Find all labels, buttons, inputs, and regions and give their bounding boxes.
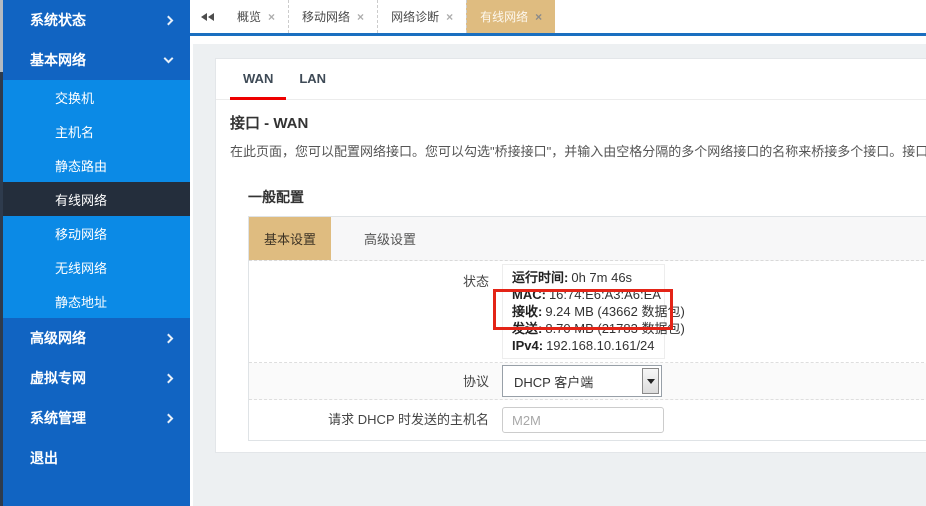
config-tabs: 基本设置 高级设置	[249, 217, 926, 261]
protocol-select[interactable]: DHCP 客户端	[502, 365, 662, 397]
sidebar-item-mobile-network[interactable]: 移动网络	[0, 216, 190, 250]
sidebar-item-label: 无线网络	[55, 258, 107, 277]
protocol-selected-value: DHCP 客户端	[514, 372, 593, 391]
dropdown-arrow-icon	[647, 379, 655, 384]
hostname-input[interactable]	[502, 407, 664, 433]
sidebar-item-basic-network[interactable]: 基本网络	[0, 40, 190, 80]
sidebar-item-label: 退出	[30, 448, 172, 468]
status-tx: 发送:8.70 MB (21783 数据包)	[512, 320, 655, 337]
status-uptime: 运行时间:0h 7m 46s	[512, 269, 655, 286]
page-title: 接口 - WAN	[230, 112, 926, 133]
status-field-value: 8.70 MB (21783 数据包)	[545, 321, 684, 336]
sidebar-item-hostname[interactable]: 主机名	[0, 114, 190, 148]
interface-card: WAN LAN 接口 - WAN 在此页面，您可以配置网络接口。您可以勾选"桥接…	[215, 58, 926, 453]
status-field-value: 9.24 MB (43662 数据包)	[545, 304, 684, 319]
tab-label: 高级设置	[364, 229, 416, 248]
sidebar-item-wireless-network[interactable]: 无线网络	[0, 250, 190, 284]
tab-overview[interactable]: 概览 ×	[224, 0, 288, 33]
sidebar-item-system-status[interactable]: 系统状态	[0, 0, 190, 40]
sidebar-item-label: 交换机	[55, 88, 94, 107]
basic-network-submenu: 交换机 主机名 静态路由 有线网络 移动网络 无线网络 静态地址	[0, 80, 190, 318]
hostname-label: 请求 DHCP 时发送的主机名	[249, 400, 502, 440]
content-workarea: WAN LAN 接口 - WAN 在此页面，您可以配置网络接口。您可以勾选"桥接…	[193, 44, 926, 506]
sidebar-item-static-address[interactable]: 静态地址	[0, 284, 190, 318]
sidebar-item-label: 基本网络	[30, 50, 165, 70]
section-title: 一般配置	[248, 187, 926, 207]
sidebar-item-switch[interactable]: 交换机	[0, 80, 190, 114]
collapse-tabs-button[interactable]	[190, 0, 224, 33]
tab-network-diagnostics[interactable]: 网络诊断 ×	[377, 0, 466, 33]
status-field-value: 16:74:E6:A3:A6:EA	[549, 287, 661, 302]
chevron-down-icon	[164, 54, 174, 64]
left-scrollbar[interactable]	[0, 0, 3, 506]
sidebar-item-label: 主机名	[55, 122, 94, 141]
chevron-right-icon	[164, 413, 174, 423]
close-icon[interactable]: ×	[446, 11, 453, 23]
sidebar-item-static-routes[interactable]: 静态路由	[0, 148, 190, 182]
status-mac: MAC:16:74:E6:A3:A6:EA	[512, 286, 655, 303]
hostname-row: 请求 DHCP 时发送的主机名	[249, 400, 926, 440]
sidebar-item-wired-network[interactable]: 有线网络	[0, 182, 190, 216]
chevron-right-icon	[164, 373, 174, 383]
protocol-label: 协议	[249, 363, 502, 400]
tab-advanced-settings[interactable]: 高级设置	[331, 217, 449, 260]
status-field-value: 192.168.10.161/24	[546, 338, 654, 353]
status-rx: 接收:9.24 MB (43662 数据包)	[512, 303, 655, 320]
sidebar-item-label: 高级网络	[30, 328, 165, 348]
sidebar-nav: 系统状态 基本网络 交换机 主机名 静态路由 有线网络 移动网络 无线网络 静态…	[0, 0, 190, 506]
sidebar-item-vpn[interactable]: 虚拟专网	[0, 358, 190, 398]
status-field-name: 发送:	[512, 321, 542, 336]
status-field-name: IPv4:	[512, 338, 543, 353]
sidebar-item-system-management[interactable]: 系统管理	[0, 398, 190, 438]
sidebar-item-label: 虚拟专网	[30, 368, 165, 388]
sidebar-item-label: 系统管理	[30, 408, 165, 428]
close-icon[interactable]: ×	[268, 11, 275, 23]
sidebar-item-label: 静态路由	[55, 156, 107, 175]
sidebar-item-advanced-network[interactable]: 高级网络	[0, 318, 190, 358]
tab-wired-network[interactable]: 有线网络 ×	[466, 0, 555, 33]
status-ipv4: IPv4:192.168.10.161/24	[512, 337, 655, 354]
scrollbar-thumb[interactable]	[0, 0, 3, 72]
sidebar-item-logout[interactable]: 退出	[0, 438, 190, 478]
tab-label: WAN	[243, 71, 273, 86]
tab-label: 网络诊断	[391, 8, 439, 25]
double-left-arrow-icon	[208, 13, 214, 21]
tab-lan[interactable]: LAN	[286, 59, 339, 100]
tab-label: 概览	[237, 8, 261, 25]
tab-label: 移动网络	[302, 8, 350, 25]
sidebar-item-label: 系统状态	[30, 10, 165, 30]
chevron-right-icon	[164, 15, 174, 25]
interface-tabs: WAN LAN	[216, 59, 926, 100]
open-tabs-bar: 概览 × 移动网络 × 网络诊断 × 有线网络 ×	[190, 0, 926, 36]
status-field-name: 接收:	[512, 304, 542, 319]
tab-label: 有线网络	[480, 8, 528, 25]
tab-basic-settings[interactable]: 基本设置	[249, 217, 331, 260]
protocol-row: 协议 DHCP 客户端	[249, 363, 926, 400]
status-field-name: MAC:	[512, 287, 546, 302]
tab-mobile-network[interactable]: 移动网络 ×	[288, 0, 377, 33]
close-icon[interactable]: ×	[535, 11, 542, 23]
status-field-name: 运行时间:	[512, 270, 568, 285]
main-area: 概览 × 移动网络 × 网络诊断 × 有线网络 × WAN LAN	[190, 0, 926, 506]
sidebar-item-label: 有线网络	[55, 190, 107, 209]
status-row: 状态 运行时间:0h 7m 46s MAC:16:74:E6:A3:A6:EA …	[249, 261, 926, 363]
dropdown-button[interactable]	[642, 368, 659, 394]
double-left-arrow-icon	[201, 13, 207, 21]
page-description: 在此页面，您可以配置网络接口。您可以勾选"桥接接口"，并输入由空格分隔的多个网络…	[230, 141, 926, 160]
chevron-right-icon	[164, 333, 174, 343]
status-field-value: 0h 7m 46s	[571, 270, 632, 285]
close-icon[interactable]: ×	[357, 11, 364, 23]
status-label: 状态	[249, 264, 502, 359]
tab-label: LAN	[299, 71, 326, 86]
tab-wan[interactable]: WAN	[230, 59, 286, 100]
router-admin-page: { "colors": { "sidebar_blue": "#1164c2",…	[0, 0, 926, 506]
status-box: 运行时间:0h 7m 46s MAC:16:74:E6:A3:A6:EA 接收:…	[502, 264, 665, 359]
general-config-fieldset: 基本设置 高级设置 状态 运行时间:0h 7m 46s MAC:16:74:E	[248, 216, 926, 441]
sidebar-item-label: 移动网络	[55, 224, 107, 243]
tab-label: 基本设置	[264, 229, 316, 248]
sidebar-item-label: 静态地址	[55, 292, 107, 311]
